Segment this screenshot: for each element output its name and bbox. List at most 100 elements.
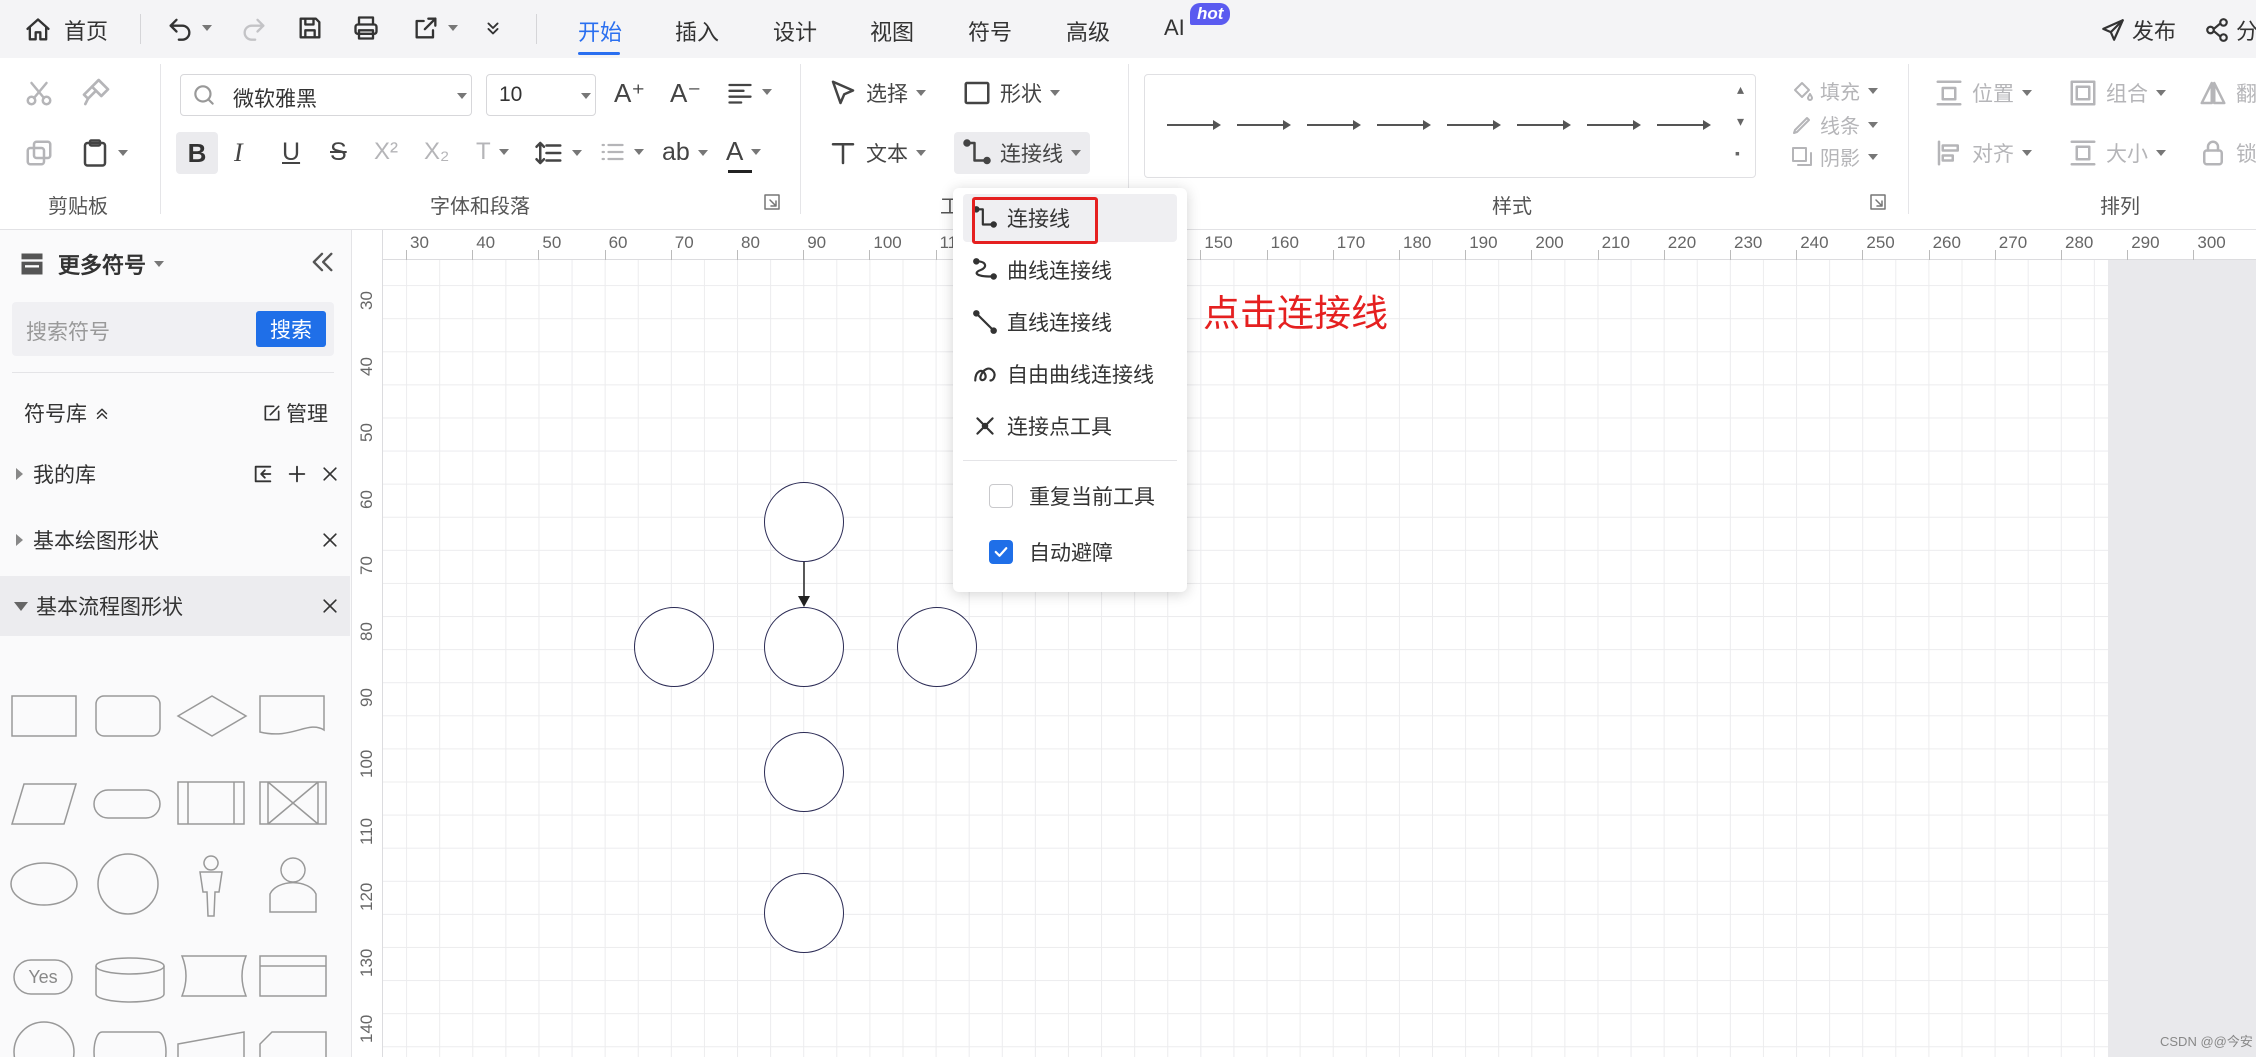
expand-corner-icon[interactable] — [764, 194, 780, 210]
fill-button[interactable]: 填充 — [1790, 76, 1878, 105]
circle-node[interactable] — [764, 482, 844, 562]
menu-item-straight-connector[interactable]: 直线连接线 — [963, 298, 1177, 346]
menu-item-curve-connector[interactable]: 曲线连接线 — [963, 246, 1177, 294]
arrow-style-swatch[interactable] — [1447, 120, 1501, 130]
increase-font-button[interactable]: A⁺ — [614, 78, 645, 109]
group-button[interactable]: 组合 — [2068, 78, 2166, 108]
more-symbols-menu[interactable]: 更多符号 — [18, 248, 165, 280]
circle-node[interactable] — [897, 607, 977, 687]
tab-view[interactable]: 视图 — [870, 15, 914, 47]
drawing-canvas[interactable]: 30 40 50 60 70 80 90 100 110 120 130 140 150 160 170 18… — [353, 230, 2256, 1057]
library-item-basic-shapes[interactable]: 基本绘图形状 — [0, 510, 350, 570]
add-icon[interactable] — [286, 463, 308, 485]
symbol-library-toggle[interactable]: 符号库 — [24, 398, 111, 428]
gallery-scroll-down-icon[interactable]: ▾ — [1737, 113, 1744, 130]
text-align-button[interactable] — [726, 78, 772, 106]
more-button[interactable] — [482, 14, 504, 42]
text-case-button[interactable]: ab — [662, 138, 708, 167]
list-button[interactable] — [598, 138, 644, 166]
manage-button[interactable]: 管理 — [262, 398, 328, 428]
shape-tool-button[interactable]: 形状 — [962, 78, 1060, 108]
align-button[interactable]: 对齐 — [1934, 138, 2032, 168]
decision-shape[interactable] — [176, 695, 248, 737]
line-style-gallery[interactable]: ▴ ▾ ▪ — [1144, 74, 1756, 178]
position-button[interactable]: 位置 — [1934, 78, 2032, 108]
line-button[interactable]: 线条 — [1790, 110, 1878, 139]
close-icon[interactable] — [320, 530, 340, 550]
text-tool-button[interactable]: 文本 — [828, 138, 926, 168]
tab-start[interactable]: 开始 — [578, 15, 622, 47]
gallery-scroll-up-icon[interactable]: ▴ — [1737, 81, 1744, 98]
bold-button[interactable]: B — [176, 132, 218, 174]
format-painter-button[interactable] — [80, 76, 112, 108]
font-color-button[interactable]: A — [726, 136, 762, 167]
connector-arrow[interactable] — [793, 561, 815, 609]
library-item-my-library[interactable]: 我的库 — [0, 444, 350, 504]
share-button[interactable]: 分 — [2204, 14, 2256, 46]
paste-button[interactable] — [80, 138, 128, 168]
size-button[interactable]: 大小 — [2068, 138, 2166, 168]
repeat-tool-option[interactable]: 重复当前工具 — [963, 472, 1177, 520]
connector-circle-shape[interactable] — [13, 1021, 75, 1057]
arrow-style-swatch[interactable] — [1517, 120, 1571, 130]
arrow-style-swatch[interactable] — [1237, 120, 1291, 130]
cut-button[interactable] — [24, 78, 54, 108]
publish-button[interactable]: 发布 — [2100, 14, 2176, 46]
card-shape[interactable] — [259, 1031, 327, 1057]
superscript-button[interactable]: X² — [374, 138, 398, 166]
menu-item-connection-point-tool[interactable]: 连接点工具 — [963, 402, 1177, 450]
undo-button[interactable] — [166, 14, 212, 42]
arrow-style-swatch[interactable] — [1587, 120, 1641, 130]
home-button[interactable]: 首页 — [24, 14, 108, 46]
auto-avoid-option[interactable]: 自动避障 — [963, 528, 1177, 576]
copy-button[interactable] — [24, 138, 54, 168]
direct-data-shape[interactable] — [93, 1031, 167, 1057]
close-icon[interactable] — [320, 464, 340, 484]
tab-insert[interactable]: 插入 — [675, 15, 719, 47]
flip-button[interactable]: 翻 — [2198, 78, 2256, 108]
text-style-button[interactable]: T — [476, 138, 509, 166]
underline-button[interactable]: U — [282, 138, 300, 167]
tab-ai[interactable]: AI — [1164, 15, 1185, 41]
symbol-search-button[interactable]: 搜索 — [256, 311, 326, 347]
arrow-style-swatch[interactable] — [1167, 120, 1221, 130]
connector-tool-button[interactable]: 连接线 — [954, 132, 1090, 174]
circle-node[interactable] — [634, 607, 714, 687]
tab-design[interactable]: 设计 — [773, 15, 817, 47]
redo-button[interactable] — [240, 14, 268, 42]
close-icon[interactable] — [320, 596, 340, 616]
arrow-style-swatch[interactable] — [1377, 120, 1431, 130]
circle-node[interactable] — [764, 607, 844, 687]
collapse-panel-icon[interactable] — [308, 248, 336, 276]
arrow-style-swatch[interactable] — [1307, 120, 1361, 130]
arrow-style-swatch[interactable] — [1657, 120, 1711, 130]
document-shape[interactable] — [259, 695, 325, 735]
flowchart-shape-gallery[interactable]: Yes — [8, 660, 348, 1057]
subscript-button[interactable]: X₂ — [424, 138, 449, 166]
tab-symbol[interactable]: 符号 — [968, 15, 1012, 47]
save-button[interactable] — [296, 14, 324, 42]
circle-shape[interactable] — [97, 853, 159, 915]
print-button[interactable] — [352, 14, 380, 42]
repeat-tool-checkbox[interactable] — [989, 484, 1013, 508]
person-shape[interactable] — [199, 855, 223, 917]
shadow-button[interactable]: 阴影 — [1790, 142, 1878, 171]
import-icon[interactable] — [252, 463, 274, 485]
data-shape[interactable] — [10, 783, 78, 825]
font-size-select[interactable]: 10 — [486, 74, 596, 116]
expand-corner-icon[interactable] — [1870, 194, 1886, 210]
menu-item-freeform-connector[interactable]: 自由曲线连接线 — [963, 350, 1177, 398]
select-tool-button[interactable]: 选择 — [828, 78, 926, 108]
tab-advanced[interactable]: 高级 — [1066, 15, 1110, 47]
user-shape[interactable] — [269, 857, 317, 913]
process-shape[interactable] — [11, 695, 77, 737]
gallery-expand-icon[interactable]: ▪ — [1735, 145, 1740, 161]
terminator-shape[interactable] — [93, 789, 161, 819]
decrease-font-button[interactable]: A⁻ — [670, 78, 701, 109]
library-item-basic-flowchart[interactable]: 基本流程图形状 — [0, 576, 350, 636]
ellipse-shape[interactable] — [10, 862, 78, 906]
display-shape[interactable] — [180, 955, 248, 997]
circle-node[interactable] — [764, 732, 844, 812]
manual-file-shape[interactable] — [259, 955, 327, 997]
auto-avoid-checkbox[interactable] — [989, 540, 1013, 564]
